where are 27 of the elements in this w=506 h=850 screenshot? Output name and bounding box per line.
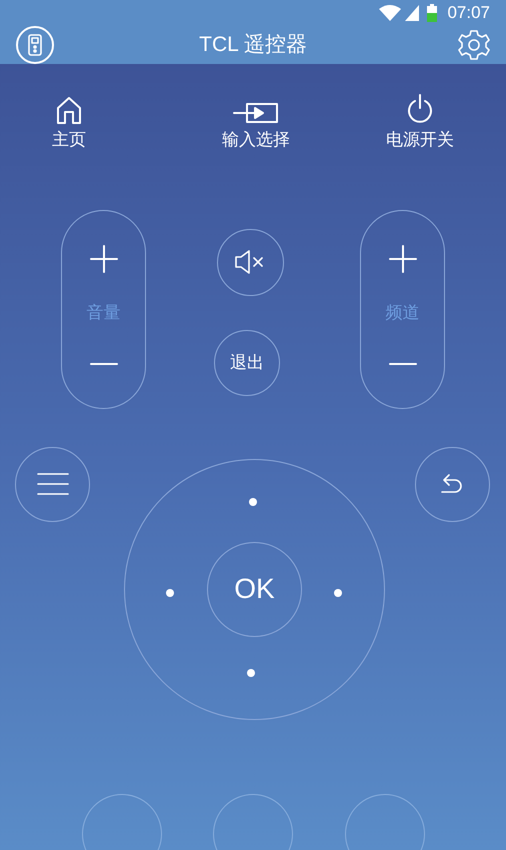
wifi-icon bbox=[379, 4, 402, 21]
input-source-icon bbox=[233, 102, 279, 124]
minus-icon bbox=[90, 362, 118, 366]
menu-button[interactable] bbox=[15, 446, 90, 522]
minus-icon bbox=[388, 362, 416, 366]
plus-icon bbox=[90, 244, 118, 272]
quick-action-button[interactable]: 主页 bbox=[19, 94, 119, 150]
remote-icon bbox=[28, 34, 42, 56]
exit-button[interactable]: 退出 bbox=[214, 330, 280, 396]
direction-pad[interactable]: OK bbox=[124, 458, 385, 720]
rocker-label: 音量 bbox=[86, 303, 120, 323]
battery-icon bbox=[427, 4, 438, 22]
settings-icon[interactable] bbox=[458, 28, 490, 60]
back-button[interactable] bbox=[415, 446, 490, 522]
status-time: 07:07 bbox=[447, 2, 490, 24]
rocker-label: 频道 bbox=[386, 303, 420, 323]
mute-icon bbox=[234, 249, 266, 275]
home-icon bbox=[56, 96, 82, 124]
mute-button[interactable] bbox=[216, 228, 284, 296]
quick-action-button[interactable]: 电源开关 bbox=[370, 94, 470, 150]
header-title: TCL 遥控器 bbox=[199, 32, 307, 58]
menu-icon bbox=[36, 472, 68, 496]
signal-icon bbox=[405, 4, 420, 21]
power-icon bbox=[406, 94, 434, 124]
plus-icon bbox=[388, 244, 416, 272]
quick-action-button[interactable]: 输入选择 bbox=[206, 94, 306, 150]
ok-button[interactable]: OK bbox=[207, 542, 302, 636]
